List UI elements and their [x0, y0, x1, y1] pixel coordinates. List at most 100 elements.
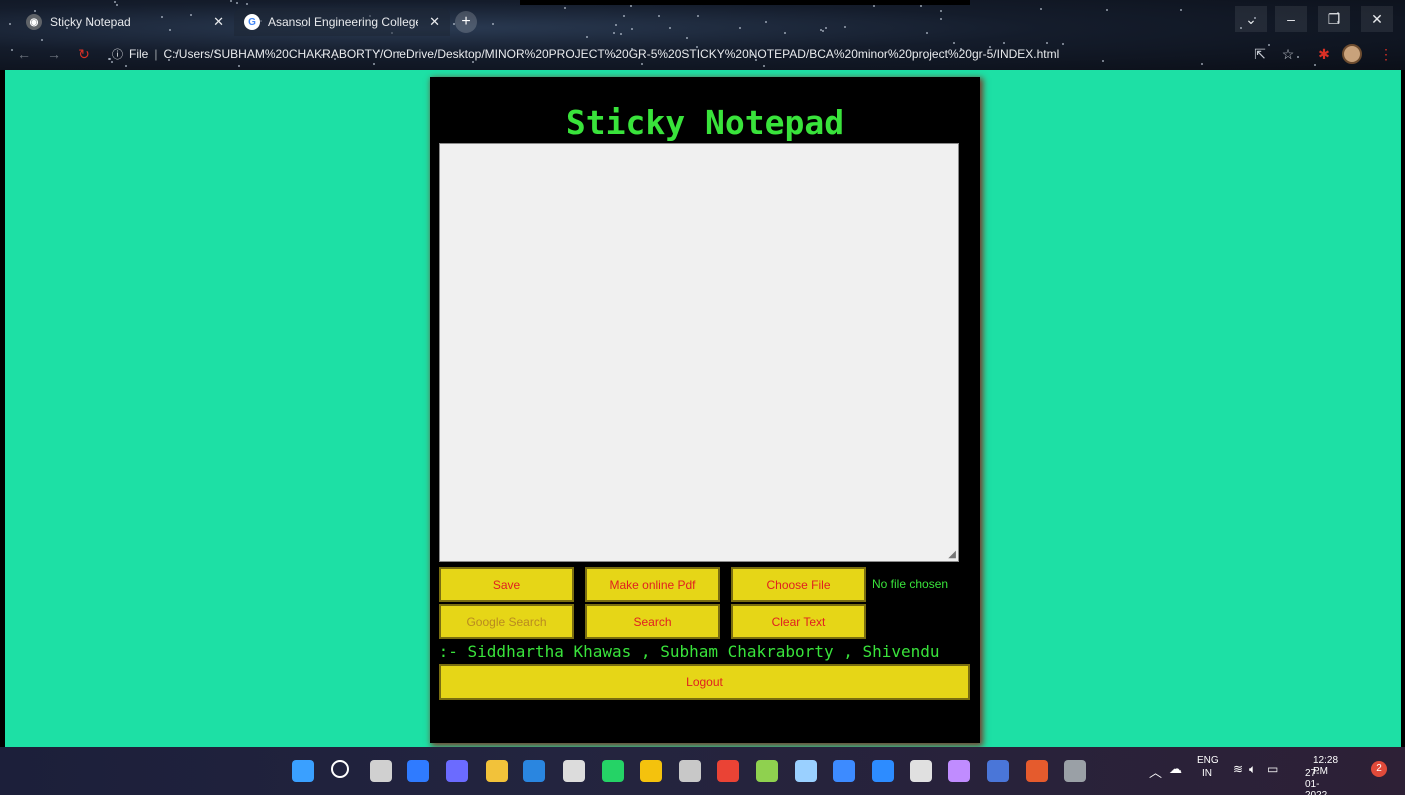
chat-icon[interactable] [446, 760, 468, 782]
search-button[interactable]: Search [585, 604, 720, 639]
chrome-icon[interactable] [717, 760, 739, 782]
logout-button[interactable]: Logout [439, 664, 970, 700]
address-prefix: File [129, 47, 149, 61]
star-dot [116, 4, 118, 6]
make-online-pdf-button[interactable]: Make online Pdf [585, 567, 720, 602]
onedrive-icon[interactable]: ☁ [1169, 761, 1182, 777]
star-dot [631, 28, 633, 30]
star-dot [825, 27, 827, 29]
star-dot [844, 26, 846, 28]
star-dot [564, 7, 566, 9]
browser-chrome: ◉ Sticky Notepad ✕ G Asansol Engineering… [0, 0, 1405, 70]
snipping-icon[interactable] [948, 760, 970, 782]
mysql-icon[interactable] [987, 760, 1009, 782]
task-view-icon[interactable] [370, 760, 392, 782]
zoom-icon[interactable] [872, 760, 894, 782]
extension-icon[interactable]: ✱ [1314, 44, 1334, 64]
save-button[interactable]: Save [439, 567, 574, 602]
star-dot [940, 18, 942, 20]
star-dot [615, 24, 617, 26]
file-explorer-icon[interactable] [486, 760, 508, 782]
app-title: Sticky Notepad [565, 103, 845, 142]
star-dot [658, 15, 660, 17]
taskbar: ︿ ☁ ENG IN ≋ 🔈︎ ▭ 12:28 PM 27-01-2022 2 [0, 747, 1405, 800]
star-dot [784, 32, 786, 34]
notepad-card: Sticky Notepad ◢ Save Make online Pdf Ch… [430, 77, 980, 743]
page-viewport: Sticky Notepad ◢ Save Make online Pdf Ch… [5, 70, 1401, 747]
app-icon[interactable] [833, 760, 855, 782]
google-icon: G [244, 14, 260, 30]
battery-icon[interactable]: ▭ [1267, 762, 1278, 776]
resize-grip-icon[interactable]: ◢ [948, 549, 956, 560]
google-search-button[interactable]: Google Search [439, 604, 574, 639]
search-icon[interactable] [331, 760, 349, 778]
mail-icon[interactable] [523, 760, 545, 782]
notification-badge[interactable]: 2 [1371, 761, 1387, 777]
profile-avatar[interactable] [1342, 44, 1362, 64]
star-dot [623, 15, 625, 17]
star-dot [492, 23, 494, 25]
star-dot [236, 2, 238, 4]
notepad-icon[interactable] [795, 760, 817, 782]
navigation-bar: ← → ↻ ⓘ File | C:/Users/SUBHAM%20CHAKRAB… [0, 40, 1405, 68]
credits-marquee: /:- Siddhartha Khawas , Subham Chakrabor… [439, 641, 969, 663]
credits-text: /:- Siddhartha Khawas , Subham Chakrabor… [439, 642, 940, 661]
widgets-icon[interactable] [407, 760, 429, 782]
star-dot [620, 33, 622, 35]
notion-icon[interactable] [563, 760, 585, 782]
reload-icon[interactable]: ↻ [74, 44, 94, 64]
info-icon[interactable]: ⓘ [112, 46, 123, 62]
address-url: C:/Users/SUBHAM%20CHAKRABORTY/OneDrive/D… [163, 47, 1060, 61]
star-dot [920, 5, 922, 7]
choose-file-button[interactable]: Choose File [731, 567, 866, 602]
globe-icon: ◉ [26, 14, 42, 30]
star-dot [1040, 8, 1042, 10]
star-dot [873, 5, 875, 7]
star-dot [765, 21, 767, 23]
star-dot [230, 0, 232, 2]
terminal-icon[interactable] [679, 760, 701, 782]
clear-text-button[interactable]: Clear Text [731, 604, 866, 639]
brave-icon[interactable] [640, 760, 662, 782]
maximize-button[interactable]: ❐ [1318, 6, 1350, 32]
note-textarea[interactable]: ◢ [439, 143, 959, 562]
star-dot [739, 27, 741, 29]
wifi-icon[interactable]: ≋ [1233, 762, 1243, 776]
address-bar[interactable]: ⓘ File | C:/Users/SUBHAM%20CHAKRABORTY/O… [104, 42, 1324, 66]
start-icon[interactable] [292, 760, 314, 782]
back-arrow-icon[interactable]: ← [14, 44, 34, 64]
tab-title: Asansol Engineering College - Go [268, 15, 418, 29]
language-indicator[interactable]: ENG [1197, 755, 1219, 766]
powerpoint-icon[interactable] [1026, 760, 1048, 782]
star-dot [613, 32, 615, 34]
star-dot [822, 30, 824, 32]
photos-icon[interactable] [756, 760, 778, 782]
tab-asansol-engineering-college[interactable]: G Asansol Engineering College - Go ✕ [234, 8, 450, 36]
star-dot [586, 36, 588, 38]
minimize-button[interactable]: – [1275, 6, 1307, 32]
chrome-profile-icon[interactable] [1064, 760, 1086, 782]
bottom-strip [0, 795, 1405, 800]
star-dot [1106, 9, 1108, 11]
tab-sticky-notepad[interactable]: ◉ Sticky Notepad ✕ [16, 8, 234, 36]
volume-icon[interactable]: 🔈︎ [1249, 762, 1256, 777]
star-dot [630, 5, 632, 7]
files-icon[interactable] [910, 760, 932, 782]
star-dot [9, 23, 11, 25]
whatsapp-icon[interactable] [602, 760, 624, 782]
star-dot [940, 10, 942, 12]
chevron-up-icon[interactable]: ︿ [1149, 762, 1162, 781]
share-icon[interactable]: ⇱ [1250, 44, 1270, 64]
close-tab-icon[interactable]: ✕ [213, 14, 224, 30]
star-dot [114, 1, 116, 3]
kebab-menu-icon[interactable]: ⋮ [1376, 44, 1396, 64]
new-tab-button[interactable]: + [455, 11, 477, 33]
forward-arrow-icon[interactable]: → [44, 44, 64, 64]
region-indicator[interactable]: IN [1202, 768, 1212, 779]
close-tab-icon[interactable]: ✕ [429, 14, 440, 30]
star-dot [686, 37, 688, 39]
close-window-button[interactable]: ✕ [1361, 6, 1393, 32]
bookmark-star-icon[interactable]: ☆ [1278, 44, 1298, 64]
tab-search-button[interactable]: ⌄ [1235, 6, 1267, 32]
top-overlay-bar [520, 0, 970, 5]
